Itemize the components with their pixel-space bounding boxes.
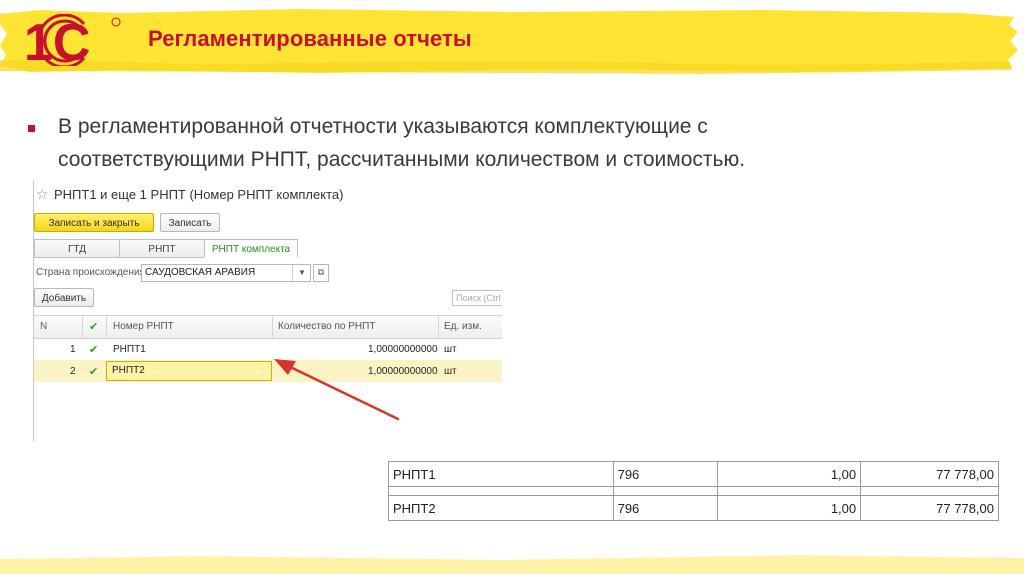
table-gap: [388, 486, 999, 496]
bullet-text: В регламентированной отчетности указываю…: [58, 110, 938, 176]
favorite-star-icon[interactable]: ☆: [36, 186, 49, 203]
bullet-marker: [28, 125, 35, 132]
tab-gtd[interactable]: ГТД: [34, 239, 120, 258]
page-title: Регламентированные отчеты: [148, 26, 472, 51]
report-rnpt-name: РНПТ2: [388, 495, 614, 521]
rnpt-quantity: 1,00000000000: [368, 344, 438, 355]
table-row: РНПТ1 796 1,00 77 778,00: [388, 461, 999, 487]
1c-logo: 1С: [24, 14, 121, 66]
form-title: РНПТ1 и еще 1 РНПТ (Номер РНПТ комплекта…: [54, 187, 344, 202]
form-title-bar: ☆ РНПТ1 и еще 1 РНПТ (Номер РНПТ комплек…: [34, 186, 502, 206]
row-number: 2: [70, 366, 76, 377]
col-rnpt-number[interactable]: Номер РНПТ: [113, 321, 174, 332]
open-icon[interactable]: ⧉: [313, 264, 329, 282]
bullet-line-2: соответствующими РНПТ, рассчитанными кол…: [58, 148, 746, 171]
table-row: РНПТ2 796 1,00 77 778,00: [388, 495, 999, 521]
check-icon: ✔: [89, 366, 99, 378]
row-number: 1: [70, 344, 76, 355]
check-icon: ✔: [89, 344, 99, 356]
country-label: Страна происхождения:: [36, 267, 148, 278]
col-unit[interactable]: Ед. изм.: [444, 321, 482, 332]
form-tabs: ГТД РНПТ РНПТ комплекта: [34, 239, 298, 258]
printed-report-table: РНПТ1 796 1,00 77 778,00 РНПТ2 796 1,00 …: [388, 461, 999, 521]
rnpt-name-edit-field[interactable]: РНПТ2: [106, 361, 272, 381]
col-n[interactable]: N: [40, 321, 47, 332]
rnpt-unit: шт: [444, 344, 457, 355]
rnpt-unit: шт: [444, 366, 457, 377]
country-field[interactable]: САУДОВСКАЯ АРАВИЯ: [141, 264, 311, 282]
report-rnpt-name: РНПТ1: [388, 461, 614, 487]
bullet-line-1: В регламентированной отчетности указываю…: [58, 115, 708, 138]
table-row[interactable]: 1 ✔ РНПТ1 1,00000000000 шт: [34, 338, 502, 360]
report-quantity: 1,00: [717, 461, 862, 487]
tab-rnpt[interactable]: РНПТ: [119, 239, 205, 258]
save-button[interactable]: Записать: [160, 213, 220, 232]
report-unit-code: 796: [612, 461, 719, 487]
grid-header: N ✔ Номер РНПТ Количество по РНПТ Ед. из…: [34, 315, 502, 339]
footer-band: [0, 555, 1024, 574]
rnpt-form: ☆ РНПТ1 и еще 1 РНПТ (Номер РНПТ комплек…: [33, 180, 502, 442]
rnpt-name: РНПТ1: [113, 344, 146, 355]
check-column-icon[interactable]: ✔: [89, 320, 98, 333]
table-row[interactable]: 2 ✔ РНПТ2 1,00000000000 шт: [34, 360, 502, 382]
add-button[interactable]: Добавить: [34, 288, 94, 307]
report-quantity: 1,00: [717, 495, 862, 521]
report-sum: 77 778,00: [860, 495, 999, 521]
search-input[interactable]: Поиск (Ctrl: [452, 290, 502, 306]
report-unit-code: 796: [612, 495, 719, 521]
annotation-arrow-icon: [274, 359, 400, 421]
save-and-close-button[interactable]: Записать и закрыть: [34, 213, 154, 232]
tab-rnpt-kit[interactable]: РНПТ комплекта: [204, 239, 298, 258]
col-quantity[interactable]: Количество по РНПТ: [278, 321, 375, 332]
chevron-down-icon[interactable]: ▼: [292, 265, 311, 281]
report-sum: 77 778,00: [860, 461, 999, 487]
